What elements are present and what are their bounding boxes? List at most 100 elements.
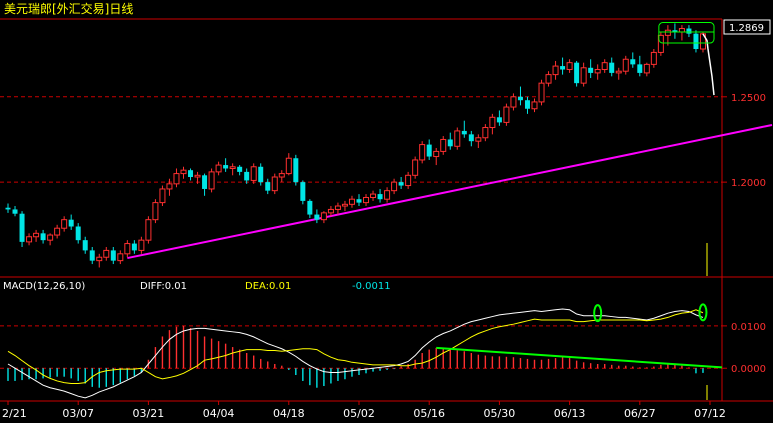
x-tick-labels: 2/21 03/07 03/21 04/04 04/18 05/02 05/16 05/30 0… [2,401,726,420]
price-y-tick-label: 1.2500 [731,93,766,104]
candle-body-up [271,176,278,192]
x-tick-label: 07/12 [694,407,726,420]
candle-body-up [510,96,517,108]
last-price-badge: 1.2869 [729,23,764,34]
candle-body-up [664,29,671,36]
y-tick-labels: 1.2000 1.2500 0.0100 0.0000 [731,93,766,375]
macd-dea-label: DEA:0.01 [245,281,291,292]
candle-body-up [334,205,341,210]
candle-body-up [145,219,152,241]
candle-body-up [194,174,201,178]
candle-body-down [244,171,250,181]
candle-body-up [531,101,538,110]
candle-body-up [26,236,33,243]
candle-body-down [693,33,699,50]
chart-title: 美元瑞郎[外汇交易]日线 [4,1,133,16]
candle-body-down [75,226,81,241]
candle-body-up [180,169,187,175]
candle-body-up [229,166,236,169]
candle-body-down [461,130,467,135]
candle-body-down [237,166,243,172]
candle-body-up [440,138,447,152]
candle-body-up [482,127,489,139]
candle-body-up [678,28,685,33]
candle-body-down [686,28,692,34]
candle-body-down [517,96,523,101]
candle-body-down [110,250,116,261]
candle-body-up [278,173,285,178]
candle-body-up [173,173,180,185]
candle-body-down [40,233,46,241]
candlestick-series [5,23,715,268]
candle-body-down [188,170,194,178]
candle-body-up [152,202,159,221]
candle-body-up [412,159,419,176]
x-tick-label: 05/02 [343,407,375,420]
macd-y-tick-label: 0.0100 [731,322,766,333]
candle-body-down [12,209,18,214]
candle-body-up [117,253,124,262]
candle-body-up [215,164,222,173]
x-tick-label: 04/18 [273,407,305,420]
macd-diff-line [7,308,704,399]
x-tick-label: 06/13 [554,407,586,420]
candle-body-up [391,181,398,192]
candle-body-up [33,232,40,238]
candle-body-up [454,130,461,147]
candle-body-down [314,214,320,220]
x-tick-label: 06/27 [624,407,656,420]
candle-body-up [363,196,370,204]
candle-body-up [419,144,426,161]
macd-value-label: -0.0011 [352,281,391,292]
candle-body-down [82,240,88,251]
candle-body-up [166,183,173,190]
candle-body-up [503,106,510,123]
candle-body-up [650,51,657,65]
candle-body-up [61,219,68,229]
candle-body-up [405,174,412,187]
candle-body-up [475,137,482,142]
candle-body-down [258,166,264,183]
candle-body-up [538,82,545,103]
candle-body-up [433,150,440,158]
macd-lines [7,308,704,399]
candle-body-down [574,62,580,84]
candle-body-up [124,243,131,255]
candle-body-down [377,194,383,200]
candle-body-down [398,182,404,186]
candle-body-down [293,158,299,183]
candle-body-down [588,67,594,73]
candle-body-down [68,219,74,227]
macd-y-tick-label: 0.0000 [731,364,766,375]
x-tick-label: 03/07 [62,407,94,420]
x-tick-label: 05/16 [413,407,445,420]
candle-body-down [356,199,362,203]
candle-body-down [447,139,453,147]
chart-canvas: 1.2000 1.2500 0.0100 0.0000 2/21 03/07 03/21 0… [0,1,773,420]
candle-body-up [384,190,391,200]
x-tick-label: 03/21 [133,407,165,420]
candle-body-up [580,67,587,84]
candle-body-up [545,74,552,84]
x-tick-label: 05/30 [484,407,516,420]
candle-body-down [5,207,11,210]
candle-body-up [47,234,54,241]
candle-body-up [489,116,496,129]
candle-body-down [560,66,566,70]
candle-body-up [622,58,629,72]
x-tick-label: 2/21 [2,407,27,420]
candle-body-up [348,198,355,205]
x-tick-label: 04/04 [203,407,235,420]
candle-body-up [643,63,650,74]
chart-frame [0,18,773,402]
candle-body-down [300,182,306,201]
macd-histogram [7,325,704,388]
candle-body-up [552,65,559,76]
candle-body-up [208,171,215,190]
candle-body-up [96,256,103,262]
candle-body-down [307,200,313,215]
candle-body-down [265,182,271,191]
candle-body-up [594,68,601,74]
candle-body-up [327,208,334,214]
candle-body-down [630,59,636,65]
